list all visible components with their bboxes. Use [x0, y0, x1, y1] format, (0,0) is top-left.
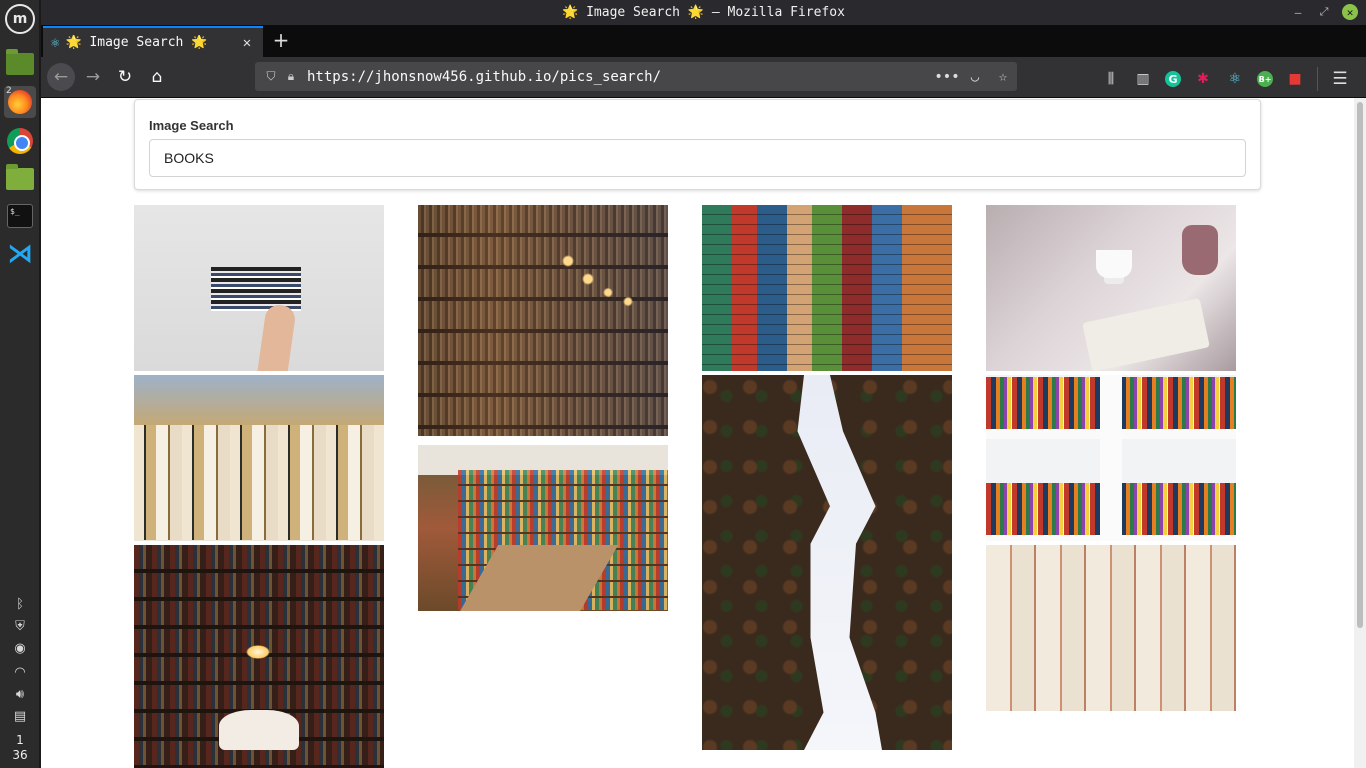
search-input[interactable] — [149, 139, 1246, 177]
mint-logo-icon: m — [5, 4, 35, 34]
clipboard-icon[interactable]: ▤ — [10, 708, 30, 726]
image-book-stack-hand[interactable] — [134, 205, 384, 371]
url-bar[interactable]: ⛉ 🔒︎ https://jhonsnow456.github.io/pics_… — [255, 62, 1017, 91]
search-card: Image Search — [134, 99, 1261, 190]
tab-image-search[interactable]: ⚛ 🌟 Image Search 🌟 ✕ — [43, 26, 263, 57]
volume-icon[interactable]: 🔊︎ — [10, 686, 30, 704]
close-window-button[interactable]: ✕ — [1342, 4, 1358, 20]
floating-book-shape — [219, 710, 299, 750]
scrollbar-thumb[interactable] — [1357, 102, 1363, 628]
vase-shape — [1182, 225, 1218, 275]
clock[interactable]: 1 36 — [0, 733, 40, 763]
folder-icon — [6, 164, 34, 190]
bookmark-star-icon[interactable]: ☆ — [989, 69, 1017, 85]
forward-button[interactable]: → — [79, 63, 107, 91]
library-icon[interactable]: ⫼ — [1101, 69, 1121, 89]
nvidia-icon[interactable]: ◉ — [10, 640, 30, 658]
screenshot-icon[interactable]: ■ — [1285, 69, 1305, 89]
react-devtools-icon[interactable]: ⚛ — [1225, 69, 1245, 89]
page-actions-button[interactable]: ••• — [933, 69, 961, 85]
react-favicon-icon: ⚛ — [51, 34, 60, 51]
wifi-icon[interactable]: ◠ — [10, 664, 30, 682]
book-stack-shape — [211, 267, 301, 311]
pocket-icon[interactable]: ◡ — [961, 69, 989, 85]
toolbar-extensions: ⫼ ▥ G ✱ ⚛ B+ ■ ☰ — [1101, 67, 1350, 91]
tab-bar: ⚛ 🌟 Image Search 🌟 ✕ + — [41, 25, 1366, 57]
firefox-launcher[interactable]: 2 — [4, 86, 36, 118]
minimize-button[interactable]: — — [1290, 4, 1306, 20]
bplus-extension-icon[interactable]: B+ — [1257, 71, 1273, 87]
image-library-corridor[interactable] — [418, 205, 668, 436]
title-bar[interactable]: 🌟 Image Search 🌟 — Mozilla Firefox — ⤢ ✕ — [41, 0, 1366, 25]
light-bulbs-shape — [558, 225, 658, 315]
grammarly-icon[interactable]: G — [1165, 71, 1181, 87]
chrome-launcher[interactable] — [4, 125, 36, 157]
reload-button[interactable]: ↻ — [111, 63, 139, 91]
pages-shape — [986, 545, 1236, 711]
desktop-icon — [6, 49, 34, 75]
image-open-pages[interactable] — [986, 545, 1236, 711]
image-white-bookshelf[interactable] — [986, 375, 1236, 541]
taskbar: m 2 $_ ⋊ ᛒ ⛨ ◉ ◠ 🔊︎ ▤ 1 36 — [0, 0, 40, 768]
sidebar-icon[interactable]: ▥ — [1133, 69, 1153, 89]
window-controls: — ⤢ ✕ — [1290, 4, 1358, 20]
slack-icon[interactable]: ✱ — [1193, 69, 1213, 89]
image-book-spines[interactable] — [134, 375, 384, 541]
terminal-launcher[interactable]: $_ — [4, 200, 36, 232]
teacup-shape — [1096, 250, 1132, 278]
chrome-icon — [7, 128, 33, 154]
clock-minute: 36 — [12, 748, 28, 762]
url-text[interactable]: https://jhonsnow456.github.io/pics_searc… — [307, 69, 933, 85]
back-button[interactable]: ← — [47, 63, 75, 91]
shield-update-icon[interactable]: ⛨ — [10, 618, 30, 636]
clock-hour: 1 — [16, 733, 24, 747]
window-title: 🌟 Image Search 🌟 — Mozilla Firefox — [562, 5, 845, 20]
arm-shape — [257, 303, 297, 371]
search-label: Image Search — [149, 118, 234, 133]
show-desktop-button[interactable] — [4, 48, 36, 80]
bluetooth-icon[interactable]: ᛒ — [10, 596, 30, 614]
shelf-divider — [1100, 375, 1122, 541]
files-launcher[interactable] — [4, 163, 36, 195]
terminal-icon: $_ — [7, 204, 33, 228]
image-curved-library[interactable] — [418, 445, 668, 611]
home-button[interactable]: ⌂ — [143, 63, 171, 91]
tab-close-button[interactable]: ✕ — [237, 35, 257, 51]
new-tab-button[interactable]: + — [269, 29, 293, 53]
image-tea-and-book[interactable] — [986, 205, 1236, 371]
mint-menu-button[interactable]: m — [4, 3, 36, 35]
maximize-button[interactable]: ⤢ — [1316, 4, 1332, 20]
spines-shape — [134, 425, 384, 540]
image-book-path-leaves[interactable] — [702, 375, 952, 750]
hamburger-menu-icon[interactable]: ☰ — [1330, 69, 1350, 89]
tab-title: 🌟 Image Search 🌟 — [65, 35, 208, 50]
lamp-shape — [246, 645, 270, 659]
toolbar-separator — [1317, 67, 1318, 91]
image-dark-bookshop[interactable] — [134, 545, 384, 768]
navigation-toolbar: ← → ↻ ⌂ ⛉ 🔒︎ https://jhonsnow456.github.… — [41, 57, 1366, 98]
open-book-shape — [1082, 298, 1210, 371]
image-stacked-books[interactable] — [702, 205, 952, 371]
page-scrollbar[interactable] — [1354, 98, 1366, 768]
vscode-launcher[interactable]: ⋊ — [4, 238, 36, 270]
page-content: Image Search — [41, 98, 1366, 768]
browser-window: 🌟 Image Search 🌟 — Mozilla Firefox — ⤢ ✕… — [41, 0, 1366, 768]
tracking-shield-icon[interactable]: ⛉ — [261, 69, 281, 84]
lock-icon[interactable]: 🔒︎ — [281, 69, 301, 84]
firefox-window-count: 2 — [6, 86, 12, 96]
vscode-icon: ⋊ — [7, 239, 33, 269]
